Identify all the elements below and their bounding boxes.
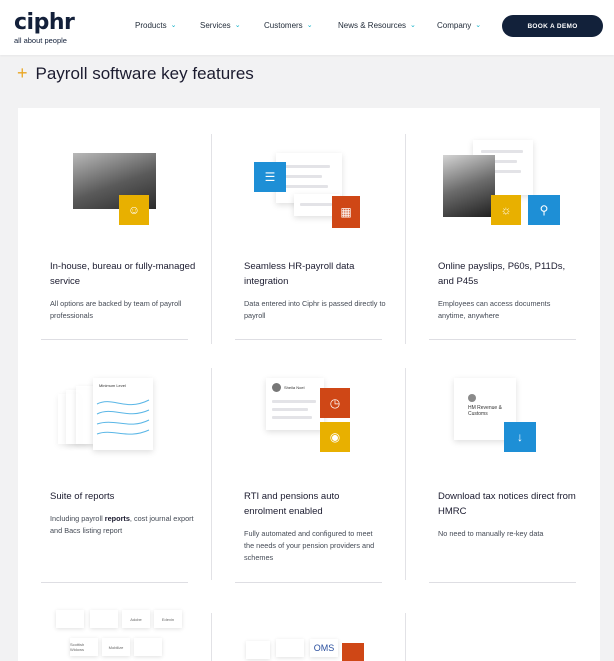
document-tile-icon: ☰ <box>254 162 286 192</box>
people-tile-icon: ☺ <box>119 195 149 225</box>
rti-illustration: Sheila Noel ◷ ◉ <box>266 378 366 458</box>
nav-item-company[interactable]: Company ⌄ <box>437 21 481 30</box>
column-divider <box>405 368 406 580</box>
nav-label: Services <box>200 21 231 30</box>
partner-logo-adobe: Adobe <box>122 610 150 628</box>
partner-logo <box>134 638 162 656</box>
feature-description: No need to manually re-key data <box>438 529 544 538</box>
feature-title: In-house, bureau or fully-managed servic… <box>50 261 196 287</box>
partner-logo <box>276 639 304 657</box>
download-tile-icon: ↓ <box>504 422 536 452</box>
nav-label: News & Resources <box>338 21 407 30</box>
page-title-text: Payroll software key features <box>35 64 254 83</box>
column-divider <box>211 613 212 661</box>
row-divider <box>429 582 576 583</box>
hmrc-label: HM Revenue & Customs <box>468 405 502 417</box>
calculator-tile-icon: ▦ <box>332 196 360 228</box>
row-divider <box>429 339 576 340</box>
features-panel: ☺ ☰ ▦ ☼ ⚲ In-house, bureau or fully-mana… <box>18 108 600 661</box>
hmrc-illustration: HM Revenue & Customs ↓ <box>454 378 544 456</box>
ciphr-logo[interactable]: ciphr all about people <box>14 10 75 46</box>
column-divider <box>211 134 212 344</box>
partner-logo-oms: OMS <box>310 639 338 657</box>
partners-illustration: Adobe Edexin Scottish Widows Mobilize <box>56 608 196 661</box>
feature-rti-pensions: RTI and pensions auto enrolment enabled … <box>244 489 379 564</box>
nav-item-news-resources[interactable]: News & Resources ⌄ <box>338 21 416 30</box>
profile-card: Sheila Noel <box>266 378 324 430</box>
nav-item-services[interactable]: Services ⌄ <box>200 21 241 30</box>
chevron-down-icon: ⌄ <box>306 22 313 29</box>
nav-label: Customers <box>264 21 303 30</box>
nav-label: Company <box>437 21 472 30</box>
nav-item-products[interactable]: Products ⌄ <box>135 21 176 30</box>
logo-wordmark: ciphr <box>14 10 75 35</box>
report-document: Minimum Level <box>93 378 153 450</box>
feature-description: All options are backed by team of payrol… <box>50 299 182 320</box>
feature-description: Employees can access documents anytime, … <box>438 299 551 320</box>
payslips-illustration: ☼ ⚲ <box>443 140 563 230</box>
nav-label: Products <box>135 21 167 30</box>
feature-title: Online payslips, P60s, P11Ds, and P45s <box>438 261 566 287</box>
feature-description: Fully automated and configured to meet t… <box>244 529 375 562</box>
sun-tile-icon: ☼ <box>491 195 521 225</box>
report-chart-lines <box>96 399 150 435</box>
integration-illustration: ☰ ▦ <box>254 148 364 233</box>
partner-logo-edexin: Edexin <box>154 610 182 628</box>
avatar <box>272 383 281 392</box>
partner-logo <box>56 610 84 628</box>
chevron-down-icon: ⌄ <box>234 22 241 29</box>
chevron-down-icon: ⌄ <box>170 22 177 29</box>
logo-tagline: all about people <box>14 36 67 45</box>
plus-icon: + <box>17 63 28 83</box>
partner-logo-scottish-widows: Scottish Widows <box>70 638 98 656</box>
row-divider <box>41 582 188 583</box>
column-divider <box>405 134 406 344</box>
clock-tile-icon: ◷ <box>320 388 350 418</box>
partners-illustration: OMS <box>246 635 376 661</box>
column-divider <box>405 613 406 661</box>
nav-item-customers[interactable]: Customers ⌄ <box>264 21 313 30</box>
feature-service-options: In-house, bureau or fully-managed servic… <box>50 259 200 322</box>
feature-hmrc-notices: Download tax notices direct from HMRC No… <box>438 489 578 540</box>
partner-logo-mobilize: Mobilize <box>102 638 130 656</box>
profile-name: Sheila Noel <box>284 385 305 390</box>
reports-illustration: Minimum Level <box>58 378 158 453</box>
top-navigation: ciphr all about people Products ⌄ Service… <box>0 0 614 55</box>
employee-photo <box>443 155 495 217</box>
feature-title: RTI and pensions auto enrolment enabled <box>244 491 340 517</box>
chevron-down-icon: ⌄ <box>410 22 416 29</box>
feature-description: Including payroll reports, cost journal … <box>50 514 194 535</box>
partner-logo <box>90 610 118 628</box>
row-divider <box>235 339 382 340</box>
report-title: Minimum Level <box>99 383 126 388</box>
book-demo-button[interactable]: BOOK A DEMO <box>502 15 603 37</box>
partner-tile <box>342 643 364 661</box>
feature-description: Data entered into Ciphr is passed direct… <box>244 299 386 320</box>
team-illustration: ☺ <box>73 153 158 225</box>
feature-title: Seamless HR-payroll data integration <box>244 261 355 287</box>
partner-logo <box>246 641 270 659</box>
feature-reports: Suite of reports Including payroll repor… <box>50 489 200 537</box>
chevron-down-icon: ⌄ <box>475 22 482 29</box>
row-divider <box>41 339 188 340</box>
feature-hr-integration: Seamless HR-payroll data integration Dat… <box>244 259 394 322</box>
feature-online-payslips: Online payslips, P60s, P11Ds, and P45s E… <box>438 259 578 322</box>
feature-title: Suite of reports <box>50 491 115 502</box>
piggy-bank-tile-icon: ◉ <box>320 422 350 452</box>
feature-title: Download tax notices direct from HMRC <box>438 491 576 517</box>
page-title: + Payroll software key features <box>17 63 254 84</box>
map-tile-icon: ⚲ <box>528 195 560 225</box>
crest-icon <box>468 394 476 402</box>
row-divider <box>235 582 382 583</box>
column-divider <box>211 368 212 580</box>
